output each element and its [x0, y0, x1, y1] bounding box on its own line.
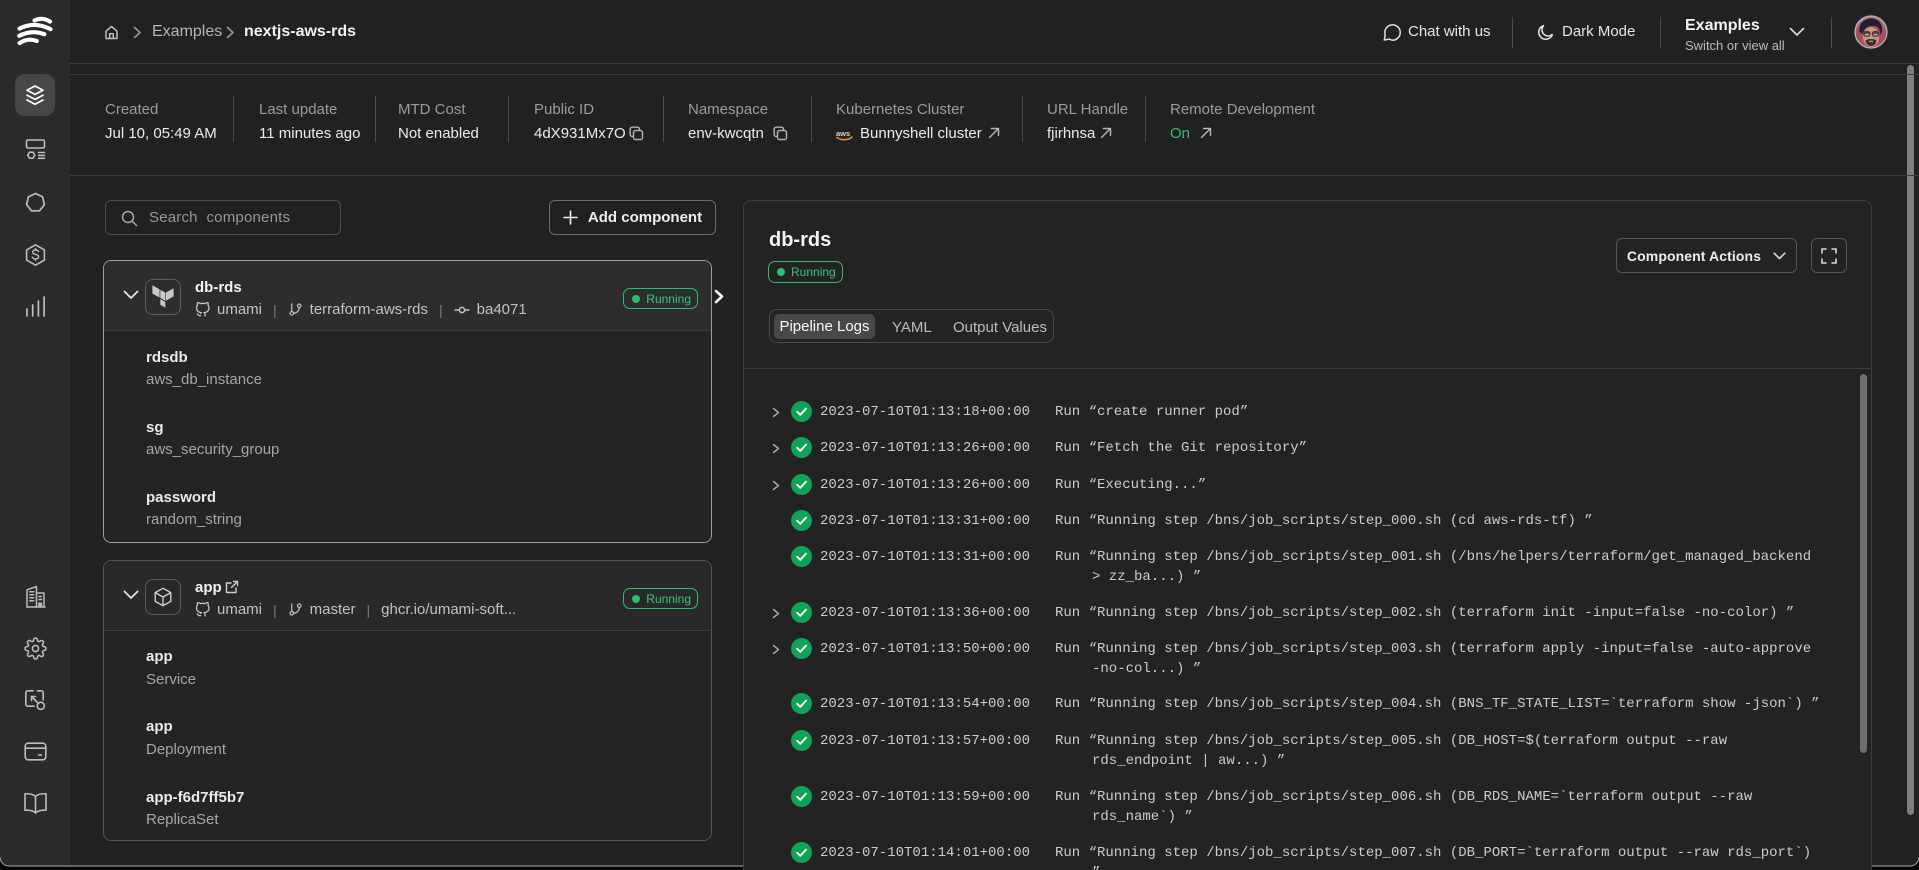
svg-text:aws: aws — [836, 129, 850, 138]
